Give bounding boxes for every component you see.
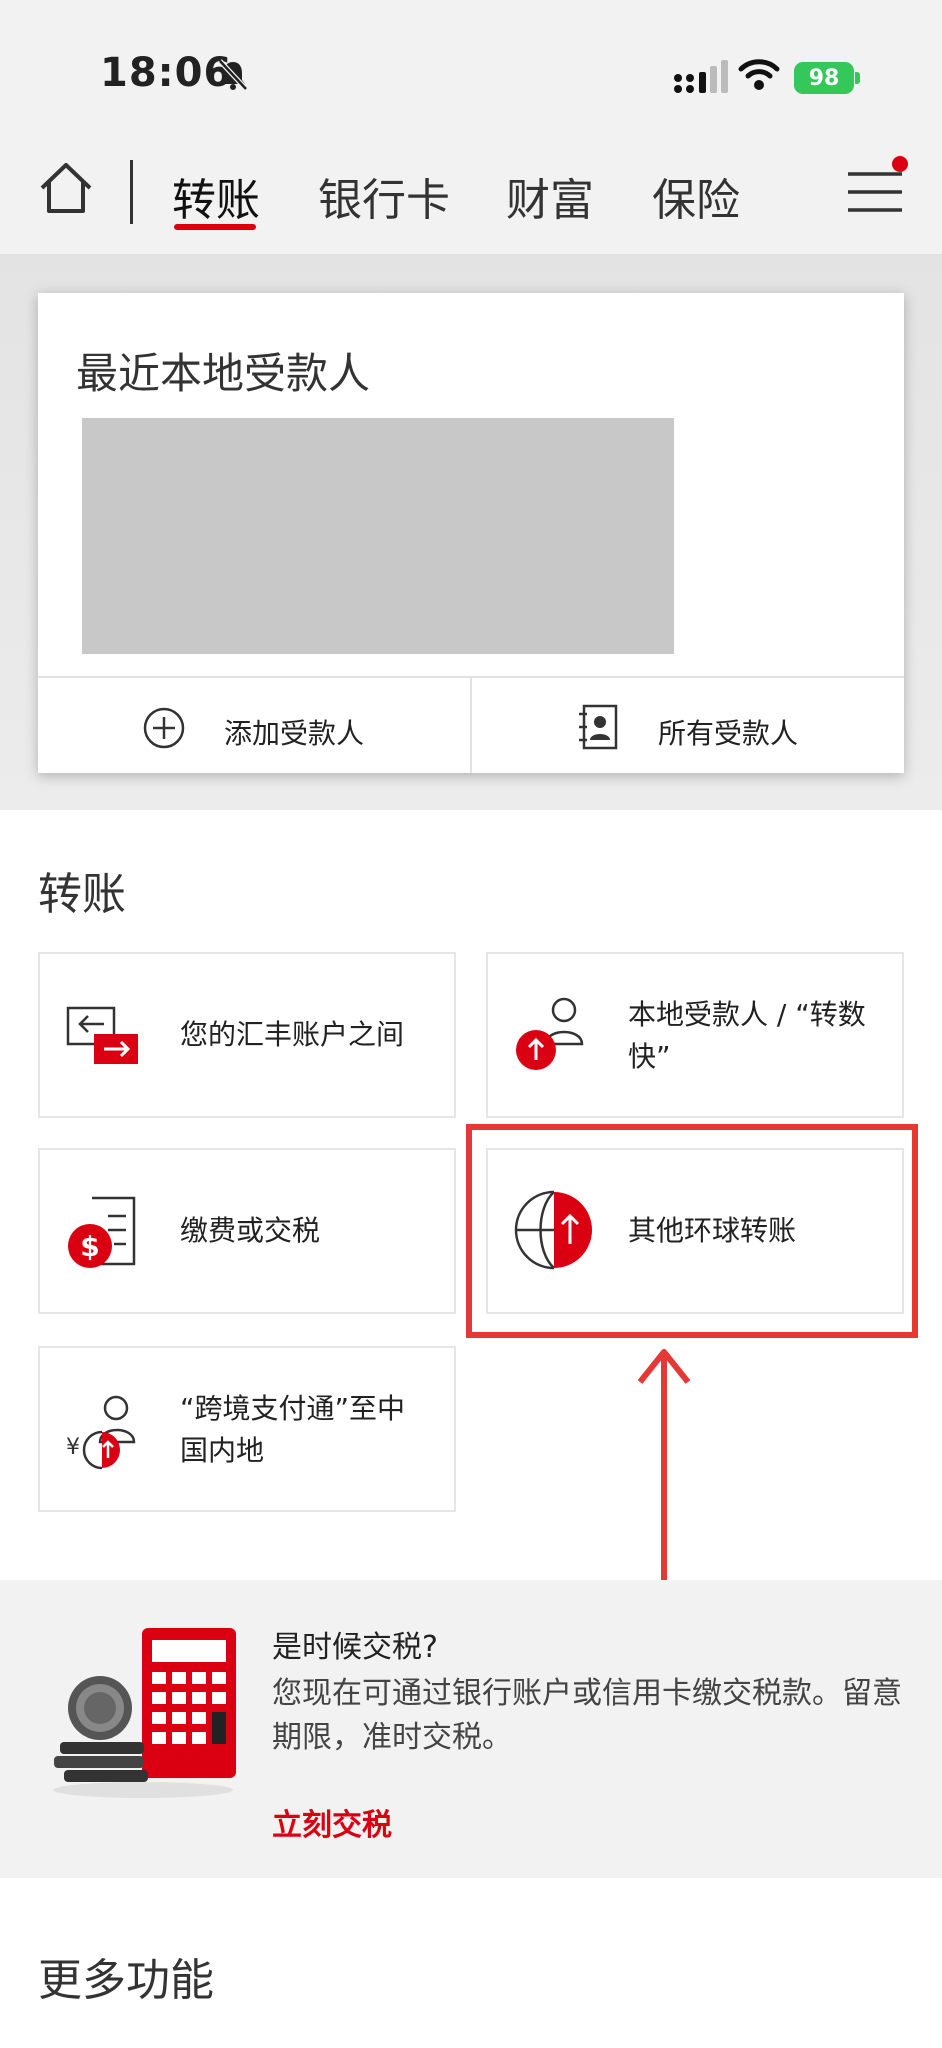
cross-border-icon: ¥ xyxy=(66,1395,136,1470)
cellular-signal-icon xyxy=(674,60,728,93)
tax-banner-title: 是时候交税? xyxy=(272,1630,438,1665)
highlight-box xyxy=(466,1124,918,1338)
battery-level: 98 xyxy=(808,65,840,91)
tab-bank-card[interactable]: 银行卡 xyxy=(318,164,450,228)
silent-bell-icon xyxy=(218,59,248,91)
tab-insurance[interactable]: 保险 xyxy=(652,164,740,228)
payee-list-redacted xyxy=(82,418,674,654)
nav-divider xyxy=(130,160,133,224)
hamburger-menu-icon[interactable] xyxy=(846,168,904,216)
svg-text:$: $ xyxy=(80,1230,99,1263)
up-arrow-annotation xyxy=(637,1349,691,1608)
recent-payees-title: 最近本地受款人 xyxy=(76,349,371,398)
calculator-coins-illustration xyxy=(53,1628,236,1798)
tile-cross-border[interactable]: ¥ “跨境支付通”至中国内地 xyxy=(38,1346,456,1512)
add-circle-icon[interactable] xyxy=(142,706,186,750)
account-transfer-icon xyxy=(66,1006,138,1064)
more-features-heading: 更多功能 xyxy=(38,1955,214,2006)
tab-transfer[interactable]: 转账 xyxy=(172,164,260,228)
local-payee-icon xyxy=(516,997,584,1070)
contacts-icon[interactable] xyxy=(578,704,618,750)
tile-between-accounts-label: 您的汇丰账户之间 xyxy=(180,1018,405,1051)
battery-indicator: 98 xyxy=(794,62,854,94)
tile-cross-border-label: “跨境支付通”至中国内地 xyxy=(180,1392,406,1467)
active-tab-indicator xyxy=(174,224,256,230)
wifi-icon xyxy=(738,59,780,90)
svg-text:¥: ¥ xyxy=(66,1435,80,1460)
card-divider-vertical xyxy=(470,678,472,773)
all-payees-button[interactable]: 所有受款人 xyxy=(658,712,798,752)
add-payee-button[interactable]: 添加受款人 xyxy=(224,712,364,752)
home-icon[interactable] xyxy=(38,160,94,216)
notification-dot xyxy=(892,156,908,172)
tile-bill-payment-label: 缴费或交税 xyxy=(180,1214,321,1247)
pay-tax-now-link[interactable]: 立刻交税 xyxy=(272,1800,392,1844)
bill-payment-icon: $ xyxy=(68,1196,136,1268)
tile-between-accounts[interactable]: 您的汇丰账户之间 xyxy=(38,952,456,1118)
tile-local-payee[interactable]: 本地受款人 / “转数快” xyxy=(486,952,904,1118)
tile-bill-payment[interactable]: $ 缴费或交税 xyxy=(38,1148,456,1314)
tab-wealth[interactable]: 财富 xyxy=(506,164,594,228)
battery-cap xyxy=(855,72,860,84)
transfer-heading: 转账 xyxy=(38,869,126,920)
tax-banner-description: 您现在可通过银行账户或信用卡缴交税款。留意期限，准时交税。 xyxy=(272,1676,902,1755)
tile-local-payee-label: 本地受款人 / “转数快” xyxy=(628,998,866,1073)
status-time: 18:06 xyxy=(100,50,233,96)
